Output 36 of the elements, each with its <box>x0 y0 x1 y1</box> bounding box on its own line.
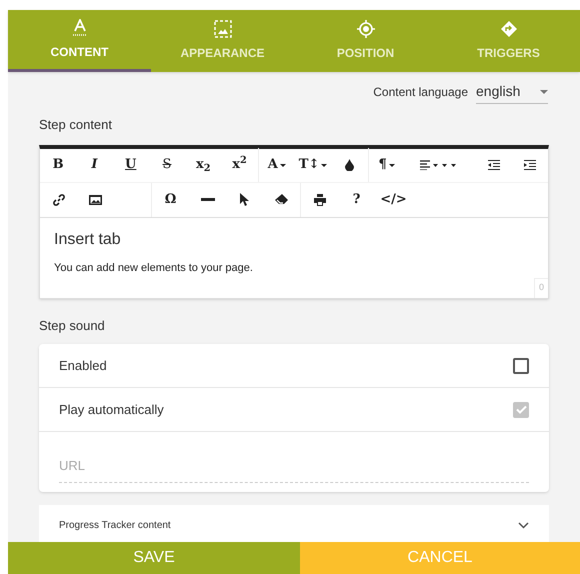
caret-icon <box>540 90 548 94</box>
image-icon <box>89 194 102 204</box>
section-label: Step sound <box>39 316 106 335</box>
toolbar-button[interactable]: T↕ <box>294 148 332 182</box>
printer-icon <box>314 194 326 206</box>
link-icon <box>52 194 64 206</box>
toolbar-button[interactable]: U <box>112 148 149 182</box>
option-label: Enabled <box>59 356 107 375</box>
language-select[interactable]: english <box>476 80 548 104</box>
character-count: 0 <box>534 278 548 298</box>
toolbar-button[interactable]: x$_{2}$ <box>185 148 222 182</box>
toolbar-button[interactable]: ¶ <box>368 148 405 182</box>
toolbar-button[interactable]: </> <box>375 182 412 216</box>
editor-text: You can add new elements to your page. <box>54 260 254 276</box>
checkbox[interactable] <box>513 358 529 374</box>
url-field[interactable]: URL <box>59 456 529 482</box>
toolbar-button[interactable]: Ω <box>152 182 189 216</box>
editor-heading: Insert tab <box>54 230 122 250</box>
toolbar-button[interactable]: ? <box>338 182 375 216</box>
droplet-icon <box>344 159 354 171</box>
toolbar-button[interactable]: S <box>148 148 186 182</box>
pointer-icon <box>240 193 249 206</box>
progress-tracker-panel[interactable]: Progress Tracker content <box>39 505 549 545</box>
eraser-icon <box>275 194 288 205</box>
indent-icon <box>524 160 536 170</box>
section-label: Step content <box>39 116 113 134</box>
diamond-icon <box>500 20 518 38</box>
crosshair-icon <box>356 20 374 38</box>
option-label: Play automatically <box>59 400 164 419</box>
toolbar-button[interactable]: A <box>258 148 295 182</box>
outdent-icon <box>488 160 500 170</box>
toolbar-button[interactable]: x$^{2}$ <box>221 148 258 182</box>
image-icon <box>214 20 232 38</box>
toolbar-button[interactable]: I <box>76 148 113 182</box>
field-label: Content language <box>373 84 468 101</box>
toolbar-button[interactable]: B <box>40 148 76 182</box>
